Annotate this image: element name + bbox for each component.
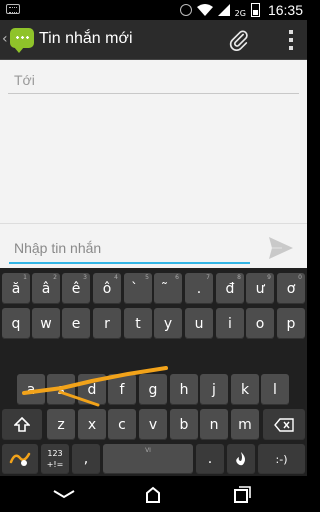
key-p[interactable]: p <box>277 308 305 339</box>
navigation-bar <box>0 476 307 512</box>
key-u-horn[interactable]: ư9 <box>246 273 274 304</box>
key-w[interactable]: w <box>32 308 60 339</box>
language-key[interactable] <box>227 444 255 474</box>
backspace-key[interactable] <box>263 409 305 440</box>
page-title: Tin nhắn mới <box>39 30 133 47</box>
key-r[interactable]: r <box>93 308 121 339</box>
key-c[interactable]: c <box>108 409 136 440</box>
key-a-circumflex[interactable]: â2 <box>32 273 60 304</box>
period-key[interactable]: . <box>196 444 224 474</box>
key-z[interactable]: z <box>47 409 75 440</box>
key-u[interactable]: u <box>185 308 213 339</box>
key-e[interactable]: e <box>62 308 90 339</box>
key-o-circumflex[interactable]: ô4 <box>93 273 121 304</box>
messaging-app-icon[interactable] <box>10 28 34 53</box>
key-b[interactable]: b <box>170 409 198 440</box>
key-s[interactable]: s <box>47 374 75 405</box>
shift-arrow-icon <box>14 416 30 432</box>
key-a-breve[interactable]: ă1 <box>2 273 30 304</box>
backspace-icon <box>274 417 294 432</box>
key-e-circumflex[interactable]: ê3 <box>62 273 90 304</box>
key-j[interactable]: j <box>200 374 228 405</box>
key-o-horn[interactable]: ơ0 <box>277 273 305 304</box>
key-h[interactable]: h <box>170 374 198 405</box>
keyboard-notification-icon <box>6 4 20 14</box>
key-i[interactable]: i <box>216 308 244 339</box>
divider <box>0 223 307 224</box>
back-nav-icon[interactable] <box>52 484 76 504</box>
message-input[interactable] <box>14 238 244 258</box>
key-m[interactable]: m <box>231 409 259 440</box>
key-k[interactable]: k <box>231 374 259 405</box>
attach-paperclip-icon[interactable] <box>228 29 250 51</box>
recent-apps-icon[interactable] <box>230 484 254 504</box>
space-key[interactable]: VI <box>103 444 193 474</box>
key-d-stroke[interactable]: đ8 <box>216 273 244 304</box>
key-dot-below[interactable]: .7 <box>185 273 213 304</box>
signal-icon <box>217 4 230 16</box>
overflow-menu-icon[interactable] <box>289 30 293 50</box>
network-type-label: 2G <box>234 8 246 18</box>
alarm-icon <box>179 4 192 16</box>
wifi-icon <box>196 4 213 16</box>
key-n[interactable]: n <box>200 409 228 440</box>
emoticon-key[interactable]: :-) <box>258 444 305 474</box>
key-d[interactable]: d <box>78 374 106 405</box>
symbols-key[interactable]: 123 +!= <box>41 444 69 474</box>
shift-key[interactable] <box>2 409 42 440</box>
key-grave-accent[interactable]: ̀5 <box>124 273 152 304</box>
key-t[interactable]: t <box>124 308 152 339</box>
key-v[interactable]: v <box>139 409 167 440</box>
up-chevron-icon[interactable]: ‹ <box>2 31 8 47</box>
key-y[interactable]: y <box>154 308 182 339</box>
key-f[interactable]: f <box>108 374 136 405</box>
comma-key[interactable]: , <box>72 444 100 474</box>
soft-keyboard: ă1 â2 ê3 ô4 ̀5 ̃6 .7 đ8 ư9 ơ0 q w e r t … <box>0 268 307 476</box>
recipient-field[interactable]: Tới <box>8 66 299 94</box>
key-x[interactable]: x <box>78 409 106 440</box>
swipe-settings-key[interactable] <box>2 444 38 474</box>
recipient-placeholder: Tới <box>14 72 35 88</box>
key-o[interactable]: o <box>246 308 274 339</box>
action-bar: ‹ Tin nhắn mới <box>0 20 307 60</box>
swipe-logo-icon <box>9 452 31 466</box>
compose-area: Tới <box>0 60 307 268</box>
home-nav-icon[interactable] <box>141 484 165 504</box>
key-l[interactable]: l <box>261 374 289 405</box>
message-field[interactable] <box>9 232 250 264</box>
swype-flame-icon <box>236 452 245 466</box>
key-g[interactable]: g <box>139 374 167 405</box>
key-q[interactable]: q <box>2 308 30 339</box>
key-a[interactable]: a <box>17 374 45 405</box>
status-bar: 2G 16:35 <box>0 0 307 20</box>
key-tilde-accent[interactable]: ̃6 <box>154 273 182 304</box>
send-icon[interactable] <box>268 236 294 260</box>
battery-icon <box>250 3 260 17</box>
status-time: 16:35 <box>267 2 303 18</box>
